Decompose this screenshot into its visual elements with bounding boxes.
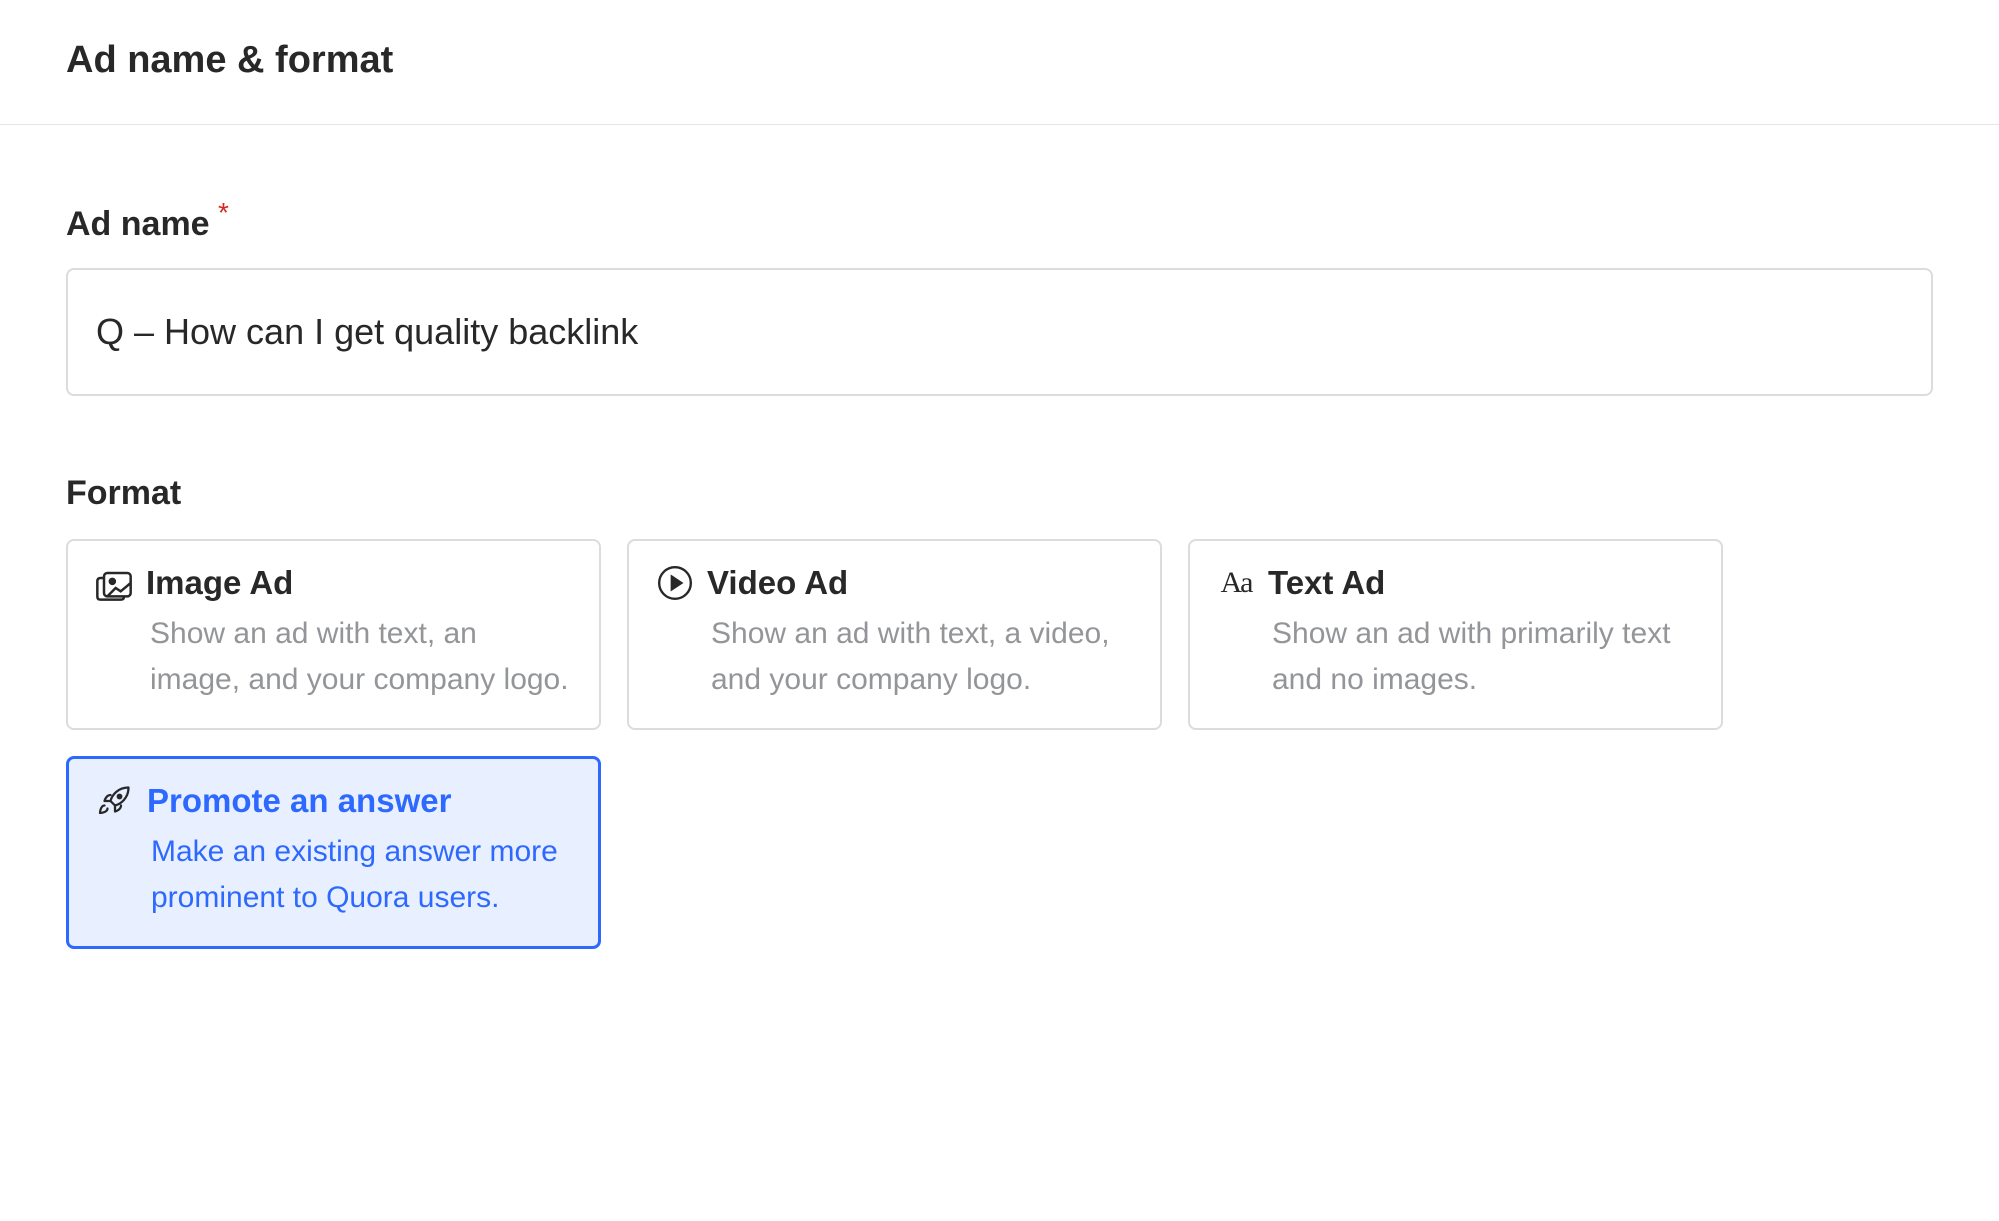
ad-name-label: Ad name (66, 205, 210, 243)
format-card-desc: Show an ad with text, a video, and your … (655, 611, 1136, 704)
text-aa-icon: Aa (1216, 563, 1256, 603)
required-asterisk: * (218, 197, 229, 228)
image-icon (94, 563, 134, 603)
format-card-image-ad[interactable]: Image Ad Show an ad with text, an image,… (66, 539, 601, 730)
format-grid: Image Ad Show an ad with text, an image,… (66, 539, 1933, 949)
format-card-title: Video Ad (707, 564, 848, 602)
format-card-desc: Make an existing answer more prominent t… (95, 829, 574, 922)
section-header: Ad name & format (0, 0, 1999, 125)
format-card-promote-answer[interactable]: Promote an answer Make an existing answe… (66, 756, 601, 949)
format-card-desc: Show an ad with text, an image, and your… (94, 611, 575, 704)
format-card-video-ad[interactable]: Video Ad Show an ad with text, a video, … (627, 539, 1162, 730)
format-card-title: Image Ad (146, 564, 293, 602)
section-title: Ad name & format (66, 38, 1999, 84)
ad-name-input[interactable] (66, 268, 1933, 396)
play-circle-icon (655, 563, 695, 603)
format-card-desc: Show an ad with primarily text and no im… (1216, 611, 1697, 704)
rocket-icon (95, 781, 135, 821)
format-card-title: Text Ad (1268, 564, 1385, 602)
format-card-text-ad[interactable]: Aa Text Ad Show an ad with primarily tex… (1188, 539, 1723, 730)
format-label: Format (66, 474, 1933, 513)
format-card-title: Promote an answer (147, 782, 451, 820)
ad-name-label-row: Ad name * (66, 205, 1933, 244)
